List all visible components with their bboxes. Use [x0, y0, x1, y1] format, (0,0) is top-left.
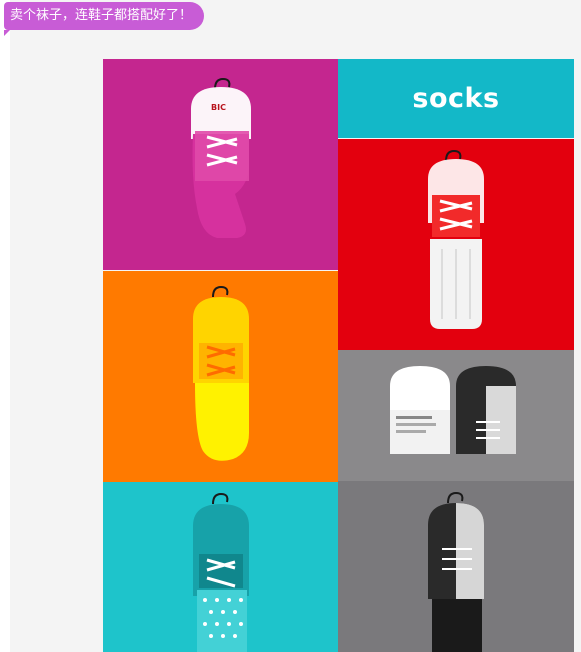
brand-logo: BIC — [211, 103, 226, 112]
product-tile-teal — [103, 482, 338, 652]
poster-title: socks — [338, 59, 574, 138]
product-tile-magenta — [103, 59, 338, 270]
message-caption: 卖个袜子，连鞋子都搭配好了！ — [4, 2, 205, 36]
product-tile-dark-gray — [338, 481, 574, 652]
product-tile-orange — [103, 271, 338, 482]
product-tile-gray — [338, 350, 574, 481]
product-tile-red — [338, 139, 574, 350]
